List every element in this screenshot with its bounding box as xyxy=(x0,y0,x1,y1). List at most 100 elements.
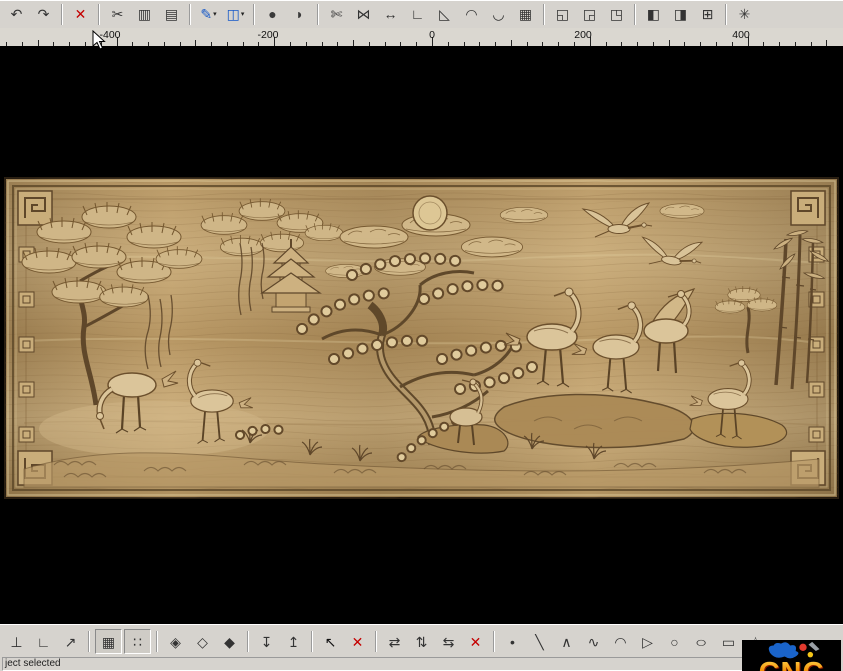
draw-brush-dropdown-arrow[interactable]: ▾ xyxy=(213,10,217,18)
horizontal-ruler: -400-2000200400 xyxy=(0,28,843,47)
create-arc-icon: ◠ xyxy=(614,635,626,649)
ruler-label: 400 xyxy=(732,29,750,41)
swap-layers-icon: ⇆ xyxy=(443,635,455,649)
node-editing-button[interactable]: ∷ xyxy=(124,629,151,654)
bottom-toolbar: ⊥∟↗▦∷◈◇◆↧↥↖✕⇄⇅⇆✕•╲∧∿◠▷○○▭☆ xyxy=(0,624,843,658)
mirror-horizontal-button[interactable]: ⇄ xyxy=(382,630,407,653)
create-circle-button[interactable]: ○ xyxy=(662,630,687,653)
select-cursor-button[interactable]: ↖ xyxy=(318,630,343,653)
weld-button[interactable]: ⋈ xyxy=(351,3,376,26)
diamond-outline-button[interactable]: ◇ xyxy=(190,630,215,653)
redo-button[interactable]: ↷ xyxy=(31,3,56,26)
copy-icon: ▥ xyxy=(138,7,151,21)
cnc-relief-editor-window: ↶↷✕✂▥▤✎▾◫▾●◗✄⋈↔∟◺◠◡▦◱◲◳◧◨⊞✳ -400-2000200… xyxy=(0,0,843,671)
create-curve-button[interactable]: ∿ xyxy=(581,630,606,653)
status-bar: ject selected 246.91 xyxy=(0,657,843,671)
toolbar-separator xyxy=(98,4,100,25)
create-polygon-button[interactable]: ▷ xyxy=(635,630,660,653)
snowflake-tool-button[interactable]: ✳ xyxy=(732,3,757,26)
model-3d-dropdown-arrow[interactable]: ▾ xyxy=(241,10,245,18)
fillet-icon: ◠ xyxy=(465,7,477,21)
measure-icon: ↔ xyxy=(384,7,398,21)
toolbar-separator xyxy=(375,631,377,652)
logo-title: CNC xyxy=(759,659,825,671)
trim-button[interactable]: ✄ xyxy=(324,3,349,26)
cut-icon: ✂ xyxy=(112,7,124,21)
snowflake-tool-icon: ✳ xyxy=(739,7,751,21)
toolbar-separator xyxy=(61,4,63,25)
node-delete-button[interactable]: ◳ xyxy=(604,3,629,26)
node-select-button[interactable]: ◱ xyxy=(550,3,575,26)
draw-brush-icon: ✎ xyxy=(200,7,212,21)
shaded-view-icon: ● xyxy=(268,7,276,21)
create-ellipse-icon: ○ xyxy=(695,635,708,649)
create-rectangle-icon: ▭ xyxy=(722,635,735,649)
snap-grid-icon: ▦ xyxy=(102,635,115,649)
window-split-button[interactable]: ◧ xyxy=(641,3,666,26)
chamfer-button[interactable]: ◺ xyxy=(432,3,457,26)
undo-button[interactable]: ↶ xyxy=(4,3,29,26)
create-rectangle-button[interactable]: ▭ xyxy=(716,630,741,653)
shaded-view-button[interactable]: ● xyxy=(260,3,285,26)
measure-button[interactable]: ↔ xyxy=(378,3,403,26)
smooth-nodes-button[interactable]: ↗ xyxy=(58,630,83,653)
node-select-icon: ◱ xyxy=(556,7,569,21)
align-bottom-button[interactable]: ↧ xyxy=(254,630,279,653)
create-polygon-icon: ▷ xyxy=(642,635,653,649)
snap-grid-button[interactable]: ▦ xyxy=(95,629,122,654)
trim-icon: ✄ xyxy=(331,7,343,21)
create-arc-button[interactable]: ◠ xyxy=(608,630,633,653)
cut-button[interactable]: ✂ xyxy=(105,3,130,26)
copy-button[interactable]: ▥ xyxy=(132,3,157,26)
create-line-icon: ╲ xyxy=(535,635,543,649)
node-insert-button[interactable]: ◲ xyxy=(577,3,602,26)
diamond-fill-icon: ◆ xyxy=(224,635,235,649)
arc-fit-button[interactable]: ◡ xyxy=(486,3,511,26)
wood-relief-artwork xyxy=(4,177,839,499)
toolbar-separator xyxy=(543,4,545,25)
khomaucnc-logo: CNC Khomaucnc.vn xyxy=(742,640,841,671)
paste-icon: ▤ xyxy=(165,7,178,21)
paste-button[interactable]: ▤ xyxy=(159,3,184,26)
pan-view-button[interactable]: ◗ xyxy=(287,3,312,26)
node-delete-icon: ◳ xyxy=(610,7,623,21)
toolbar-separator xyxy=(634,4,636,25)
delete-selection-button[interactable]: ✕ xyxy=(345,630,370,653)
create-point-button[interactable]: • xyxy=(500,630,525,653)
weld-icon: ⋈ xyxy=(357,7,371,21)
create-curve-icon: ∿ xyxy=(588,635,600,649)
create-line-button[interactable]: ╲ xyxy=(527,630,552,653)
vector-to-surface-button[interactable]: ⊥ xyxy=(4,630,29,653)
fillet-button[interactable]: ◠ xyxy=(459,3,484,26)
mirror-vertical-button[interactable]: ⇅ xyxy=(409,630,434,653)
array-copy-button[interactable]: ▦ xyxy=(513,3,538,26)
clear-vectors-button[interactable]: ✕ xyxy=(463,630,488,653)
ruler-label: 0 xyxy=(429,29,435,41)
window-tile-icon: ◨ xyxy=(674,7,687,21)
window-tile-button[interactable]: ◨ xyxy=(668,3,693,26)
arc-fit-icon: ◡ xyxy=(492,7,504,21)
diamond-select-button[interactable]: ◈ xyxy=(163,630,188,653)
align-top-button[interactable]: ↥ xyxy=(281,630,306,653)
create-polyline-button[interactable]: ∧ xyxy=(554,630,579,653)
diamond-fill-button[interactable]: ◆ xyxy=(217,630,242,653)
window-split-icon: ◧ xyxy=(647,7,660,21)
swap-layers-button[interactable]: ⇆ xyxy=(436,630,461,653)
delete-icon: ✕ xyxy=(75,7,87,21)
create-ellipse-button[interactable]: ○ xyxy=(689,630,714,653)
pan-view-icon: ◗ xyxy=(295,7,303,21)
toolbar-separator xyxy=(88,631,90,652)
node-editing-icon: ∷ xyxy=(133,635,142,649)
model-3d-button[interactable]: ◫▾ xyxy=(223,3,248,26)
toolbar-separator xyxy=(725,4,727,25)
viewport-3d[interactable]: CNC Khomaucnc.vn xyxy=(0,46,843,624)
node-insert-icon: ◲ xyxy=(583,7,596,21)
draw-brush-button[interactable]: ✎▾ xyxy=(196,3,221,26)
window-new-button[interactable]: ⊞ xyxy=(695,3,720,26)
tangent-tool-button[interactable]: ∟ xyxy=(31,630,56,653)
corner-join-icon: ∟ xyxy=(411,7,425,21)
toolbar-separator xyxy=(247,631,249,652)
delete-button[interactable]: ✕ xyxy=(68,3,93,26)
create-polyline-icon: ∧ xyxy=(561,635,571,649)
corner-join-button[interactable]: ∟ xyxy=(405,3,430,26)
